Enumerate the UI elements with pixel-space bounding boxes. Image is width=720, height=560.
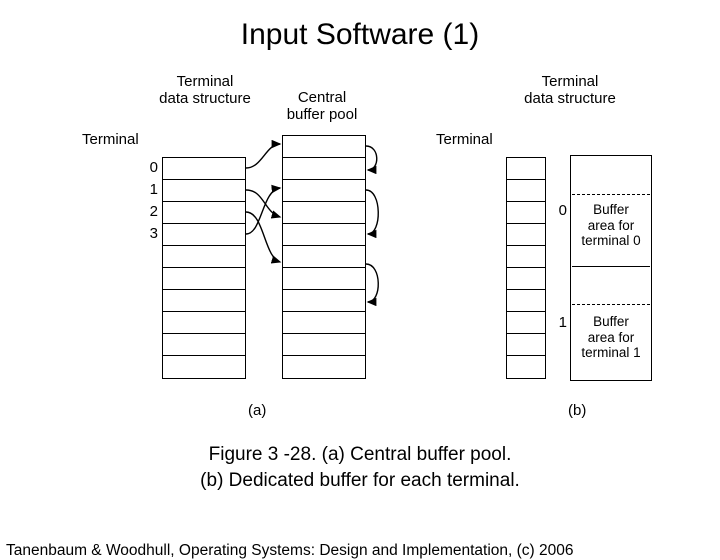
caption-line-2: (b) Dedicated buffer for each terminal.: [200, 470, 520, 491]
label-central-pool: Central buffer pool: [272, 90, 372, 123]
table-row: [283, 180, 365, 202]
index-2: 2: [144, 203, 158, 220]
table-row: [283, 136, 365, 158]
table-row: [163, 224, 245, 246]
index-0: 0: [144, 159, 158, 176]
table-row: [283, 334, 365, 356]
table-row: [163, 334, 245, 356]
table-row: [163, 356, 245, 378]
table-row: [283, 356, 365, 378]
label-terminal-ds-b: Terminal data structure: [510, 74, 630, 107]
table-row: [283, 312, 365, 334]
table-row: [507, 334, 545, 356]
table-row: [163, 158, 245, 180]
index-1: 1: [144, 181, 158, 198]
right-index-1: 1: [553, 314, 567, 331]
footer-citation: Tanenbaum & Woodhull, Operating Systems:…: [6, 542, 574, 560]
buffer-label-0: Buffer area for terminal 0: [575, 202, 647, 249]
table-row: [163, 268, 245, 290]
table-row: [163, 312, 245, 334]
page-title: Input Software (1): [0, 18, 720, 52]
dashed-divider: [572, 304, 650, 305]
table-row: [283, 224, 365, 246]
table-row: [283, 290, 365, 312]
right-index-0: 0: [553, 202, 567, 219]
table-row: [507, 180, 545, 202]
diagram-canvas: Terminal data structure Central buffer p…: [0, 62, 720, 442]
table-row: [507, 312, 545, 334]
table-row: [163, 290, 245, 312]
buffer-label-1: Buffer area for terminal 1: [575, 314, 647, 361]
table-row: [283, 268, 365, 290]
stack-buffer-pool: [282, 135, 366, 379]
table-row: [283, 202, 365, 224]
table-row: [163, 246, 245, 268]
table-row: [507, 202, 545, 224]
label-terminal-b: Terminal: [436, 132, 493, 149]
index-3: 3: [144, 225, 158, 242]
table-row: [283, 246, 365, 268]
part-a: (a): [248, 402, 266, 419]
table-row: [163, 202, 245, 224]
figure-caption: Figure 3 -28. (a) Central buffer pool. (…: [0, 442, 720, 493]
caption-line-1: Figure 3 -28. (a) Central buffer pool.: [209, 444, 512, 465]
label-terminal-a: Terminal: [82, 132, 139, 149]
table-row: [507, 224, 545, 246]
table-row: [507, 356, 545, 378]
table-row: [507, 290, 545, 312]
stack-terminal-a: [162, 157, 246, 379]
table-row: [507, 246, 545, 268]
stack-terminal-b: [506, 157, 546, 379]
table-row: [163, 180, 245, 202]
table-row: [507, 158, 545, 180]
dashed-divider: [572, 194, 650, 195]
solid-divider: [572, 266, 650, 267]
table-row: [507, 268, 545, 290]
buffer-area: Buffer area for terminal 0 Buffer area f…: [570, 155, 652, 381]
part-b: (b): [568, 402, 586, 419]
table-row: [283, 158, 365, 180]
label-terminal-ds-a: Terminal data structure: [145, 74, 265, 107]
